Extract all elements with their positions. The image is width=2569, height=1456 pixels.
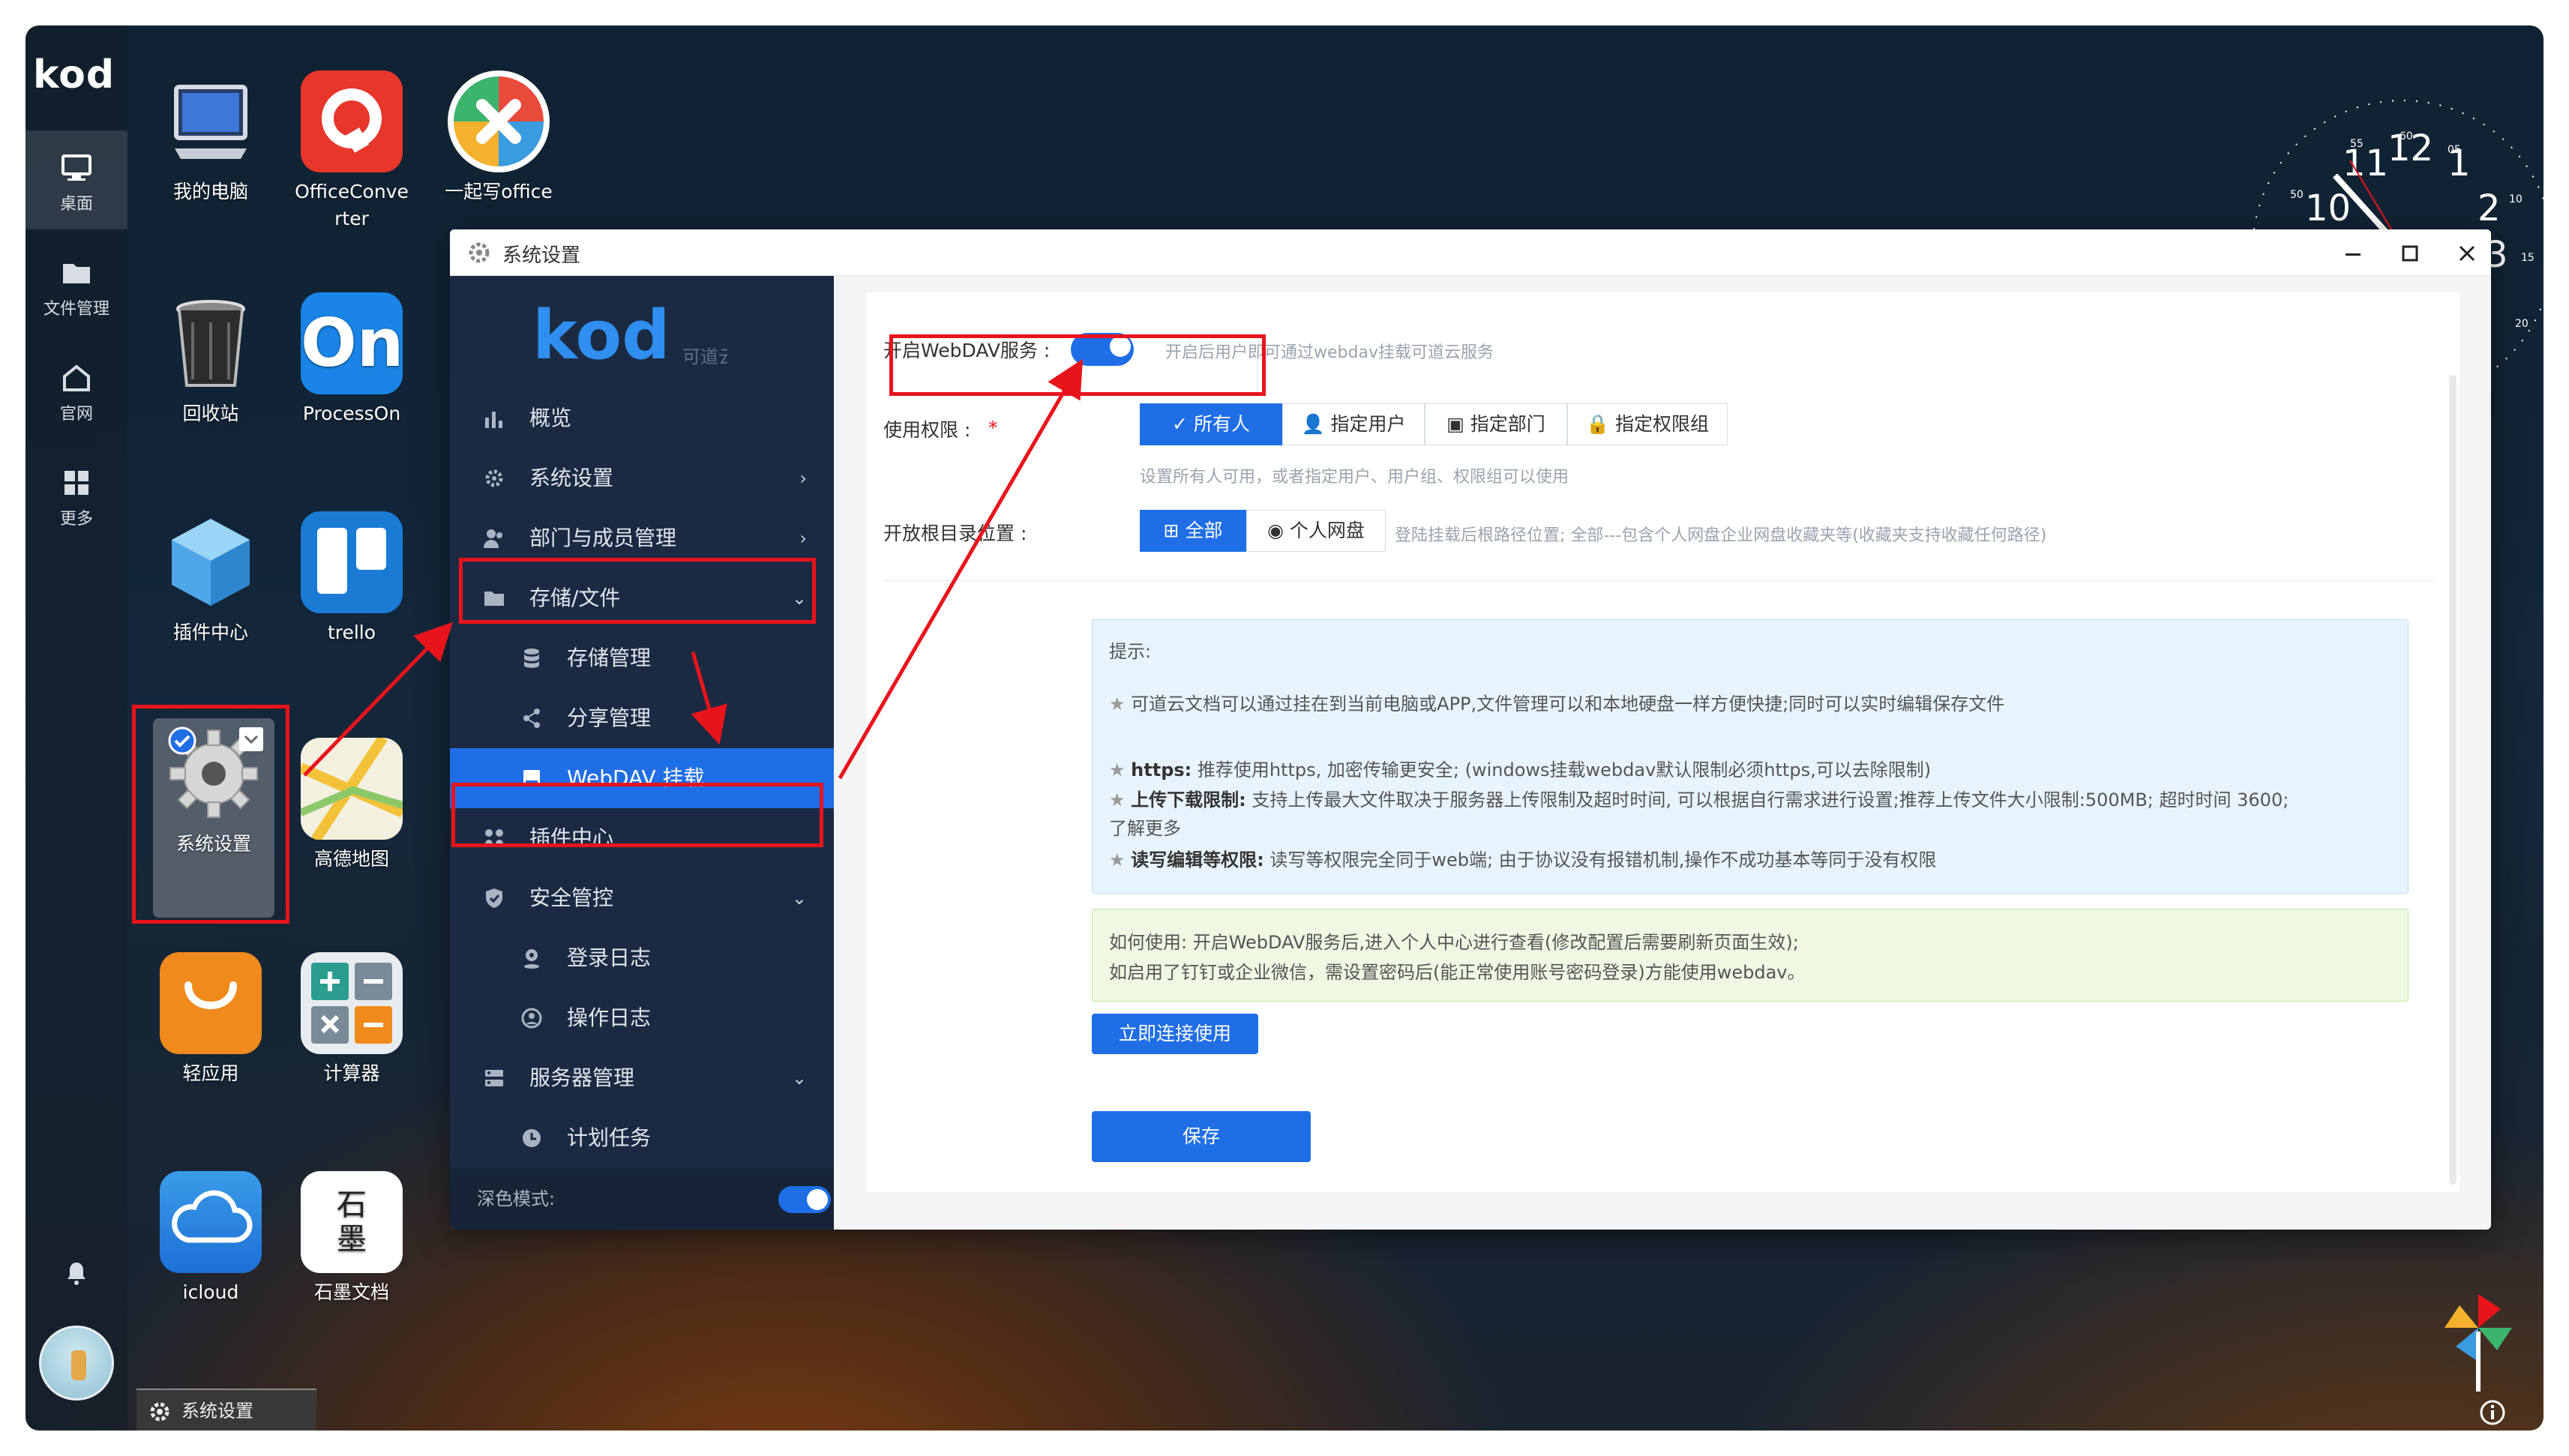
desktop: kod 桌面 文件管理 官网 更多 我的电脑 OfficeConve rter … [25,25,2544,1431]
annotation-arrows [303,358,1084,780]
